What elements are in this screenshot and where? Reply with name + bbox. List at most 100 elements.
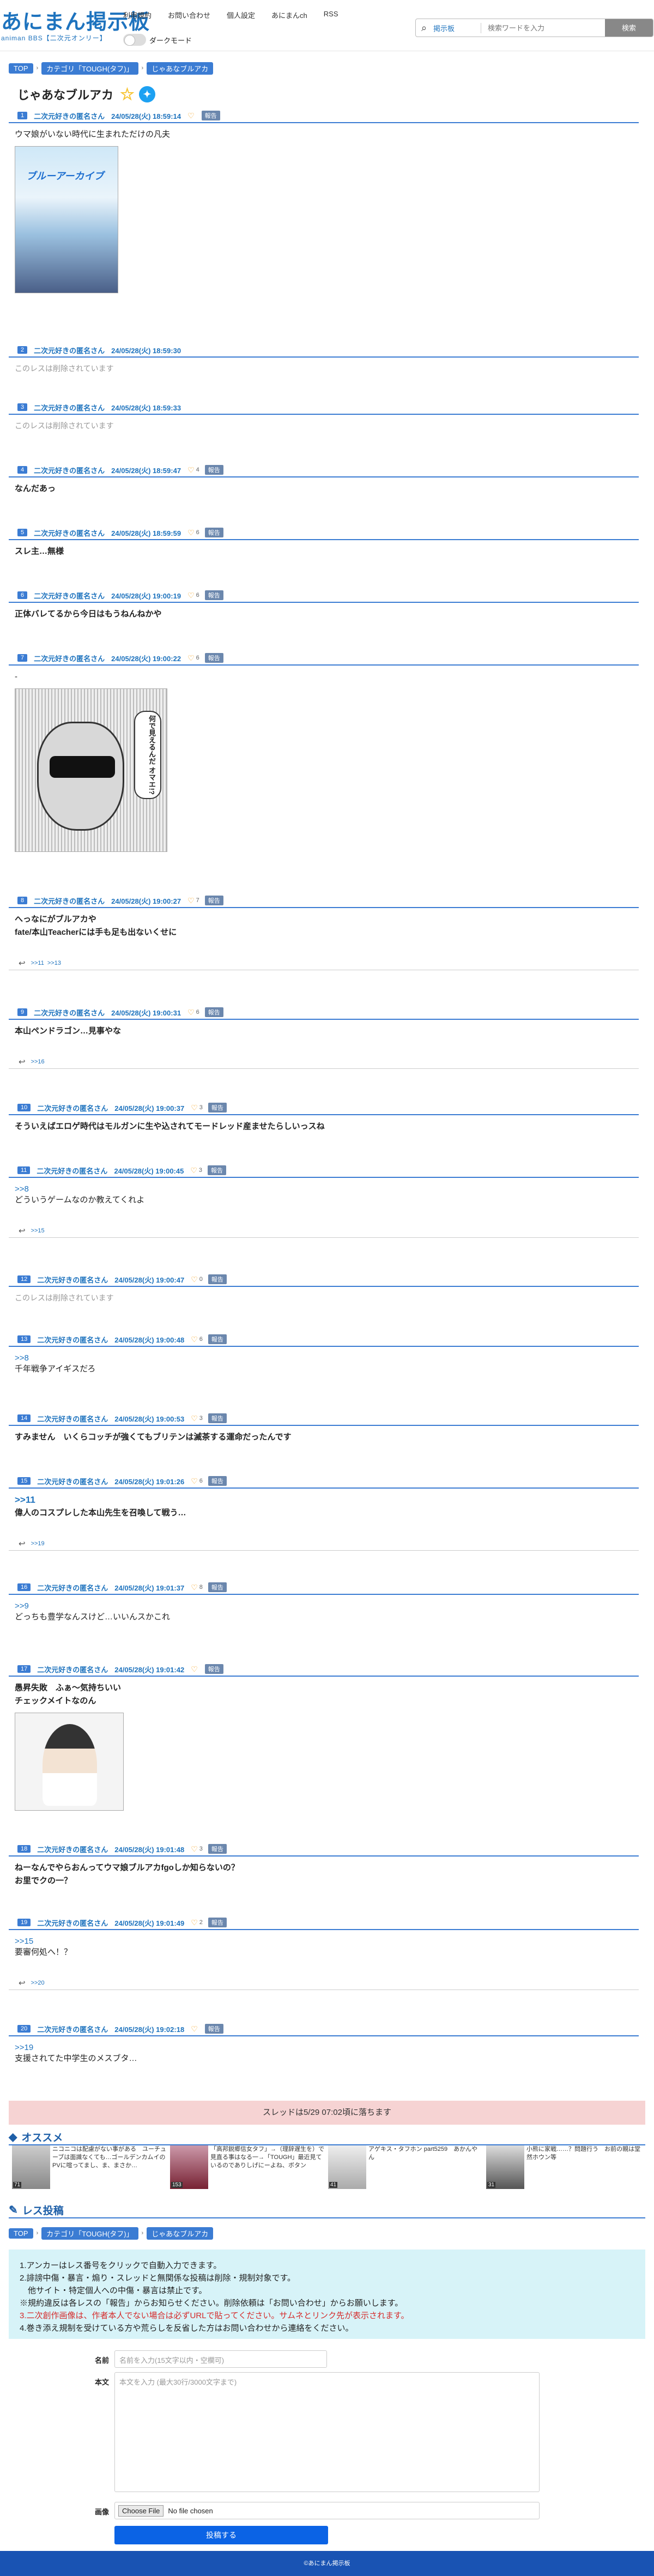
post-number[interactable]: 6	[17, 591, 28, 599]
reply-link[interactable]: >>11	[31, 960, 44, 966]
like-heart-icon[interactable]: ♡	[191, 2024, 198, 2034]
post-number[interactable]: 8	[17, 897, 28, 904]
post-number[interactable]: 18	[17, 1845, 31, 1853]
nav-terms[interactable]: 利用規約	[123, 10, 152, 20]
post-number[interactable]: 3	[17, 403, 28, 411]
image-file-input[interactable]: Choose File No file chosen	[114, 2502, 540, 2519]
like-heart-icon[interactable]: ♡	[187, 1008, 195, 1017]
report-button[interactable]: 報告	[204, 1664, 223, 1674]
like-heart-icon[interactable]: ♡	[191, 1845, 198, 1854]
report-button[interactable]: 報告	[208, 1918, 227, 1927]
choose-file-button[interactable]: Choose File	[118, 2505, 164, 2517]
like-heart-icon[interactable]: ♡	[190, 1166, 197, 1175]
twitter-share-icon[interactable]: ✦	[138, 86, 155, 102]
post-number[interactable]: 14	[17, 1414, 31, 1422]
post-number[interactable]: 4	[17, 466, 28, 474]
post-number[interactable]: 19	[17, 1919, 31, 1926]
report-button[interactable]: 報告	[204, 590, 223, 600]
report-button[interactable]: 報告	[204, 465, 223, 475]
like-heart-icon[interactable]: ♡	[191, 1918, 198, 1927]
like-heart-icon[interactable]: ♡	[187, 465, 195, 475]
submit-button[interactable]: 投稿する	[114, 2526, 328, 2544]
body-textarea[interactable]: 本文を入力 (最大30行/3000文字まで)	[114, 2372, 540, 2492]
like-heart-icon[interactable]: ♡	[187, 654, 195, 663]
like-heart-icon[interactable]: ♡	[191, 1477, 198, 1486]
reply-link[interactable]: >>19	[31, 1540, 45, 1547]
recommend-item[interactable]: 153 「高邦鋭郷信女タフ」→（理辞遅生を）で見直る事はなる一→「TOUGH」最…	[170, 2145, 328, 2190]
report-button[interactable]: 報告	[208, 1476, 227, 1486]
reply-link[interactable]: >>15	[31, 1227, 45, 1234]
like-heart-icon[interactable]: ♡	[191, 1335, 198, 1344]
like-count: 7	[196, 897, 199, 904]
recommend-item[interactable]: 41 アゲキス・タフホン part5259 あかんやん	[328, 2145, 486, 2190]
post-number[interactable]: 1	[17, 112, 28, 119]
name-field[interactable]: 名前を入力(15文字以内・空欄可)	[114, 2350, 327, 2368]
post-number[interactable]: 9	[17, 1008, 28, 1016]
like-heart-icon[interactable]: ♡	[191, 1665, 198, 1674]
reply-link[interactable]: >>13	[47, 960, 61, 966]
report-button[interactable]: 報告	[204, 896, 223, 905]
reply-anchor-link[interactable]: >>11	[15, 1494, 35, 1506]
post-number[interactable]: 2	[17, 346, 28, 354]
report-button[interactable]: 報告	[208, 1274, 227, 1284]
like-heart-icon[interactable]: ♡	[191, 1275, 198, 1284]
reply-anchor-link[interactable]: >>8	[15, 1183, 29, 1195]
reply-link[interactable]: >>16	[31, 1059, 45, 1065]
dark-mode-toggle[interactable]: ダークモード	[123, 34, 192, 46]
nav-animanch[interactable]: あにまんch	[271, 10, 307, 20]
nav-settings[interactable]: 個人設定	[227, 10, 255, 20]
report-button[interactable]: 報告	[204, 1007, 223, 1017]
report-button[interactable]: 報告	[208, 1165, 227, 1175]
report-button[interactable]: 報告	[208, 1582, 227, 1592]
post-number[interactable]: 15	[17, 1477, 31, 1485]
breadcrumb-category[interactable]: カテゴリ「TOUGH(タフ)」	[41, 2227, 138, 2240]
post-image[interactable]: ブルーアーカイブ	[15, 146, 118, 293]
report-button[interactable]: 報告	[204, 528, 223, 537]
post-number[interactable]: 13	[17, 1335, 31, 1343]
like-heart-icon[interactable]: ♡	[191, 1414, 198, 1423]
like-heart-icon[interactable]: ♡	[187, 896, 195, 905]
like-heart-icon[interactable]: ♡	[191, 1103, 198, 1112]
post-number[interactable]: 16	[17, 1583, 31, 1591]
search-input[interactable]	[481, 19, 605, 37]
report-button[interactable]: 報告	[201, 111, 220, 120]
post-number[interactable]: 10	[17, 1104, 31, 1111]
report-button[interactable]: 報告	[204, 653, 223, 663]
post-number[interactable]: 12	[17, 1275, 31, 1283]
search-scope-select[interactable]: 掲示板	[432, 22, 481, 33]
search-button[interactable]: 検索	[605, 19, 653, 37]
post-image[interactable]	[15, 1713, 124, 1811]
breadcrumb-top[interactable]: TOP	[9, 63, 33, 74]
like-heart-icon[interactable]: ♡	[187, 111, 195, 120]
breadcrumb-thread[interactable]: じゃあなブルアカ	[147, 2227, 214, 2240]
reply-anchor-link[interactable]: >>8	[15, 1352, 29, 1364]
report-button[interactable]: 報告	[208, 1413, 227, 1423]
report-button[interactable]: 報告	[208, 1334, 227, 1344]
like-heart-icon[interactable]: ♡	[187, 528, 195, 537]
toggle-switch[interactable]	[123, 34, 146, 46]
breadcrumb-top[interactable]: TOP	[9, 2228, 33, 2239]
report-button[interactable]: 報告	[208, 1103, 227, 1112]
report-button[interactable]: 報告	[208, 1844, 227, 1854]
post-number[interactable]: 5	[17, 529, 28, 536]
recommend-item[interactable]: 71 ニコニコは配慮がない事がある ユーチューブは面識なくても…ゴールデンカムイ…	[12, 2145, 170, 2190]
breadcrumb-thread[interactable]: じゃあなブルアカ	[147, 62, 214, 75]
breadcrumb-category[interactable]: カテゴリ「TOUGH(タフ)」	[41, 62, 138, 75]
post-number[interactable]: 20	[17, 2025, 31, 2033]
post-number[interactable]: 11	[17, 1166, 31, 1174]
nav-rss[interactable]: RSS	[324, 10, 338, 20]
nav-contact[interactable]: お問い合わせ	[168, 10, 210, 20]
post-image[interactable]: 何で見えるんだ オマエ!?	[15, 688, 167, 852]
reply-anchor-link[interactable]: >>15	[15, 1936, 33, 1948]
reply-anchor-link[interactable]: >>19	[15, 2042, 33, 2054]
post-number[interactable]: 7	[17, 654, 28, 662]
favorite-star-icon[interactable]: ☆	[120, 85, 135, 104]
like-heart-icon[interactable]: ♡	[191, 1583, 198, 1592]
deleted-notice: このレスは削除されています	[15, 1293, 114, 1302]
post-number[interactable]: 17	[17, 1665, 31, 1673]
report-button[interactable]: 報告	[204, 2024, 223, 2034]
reply-anchor-link[interactable]: >>9	[15, 1600, 29, 1612]
like-heart-icon[interactable]: ♡	[187, 591, 195, 600]
recommend-item[interactable]: 31 小熊に家戦……？問題行う お前の親は堂然ホウン等	[486, 2145, 644, 2190]
reply-link[interactable]: >>20	[31, 1980, 45, 1986]
